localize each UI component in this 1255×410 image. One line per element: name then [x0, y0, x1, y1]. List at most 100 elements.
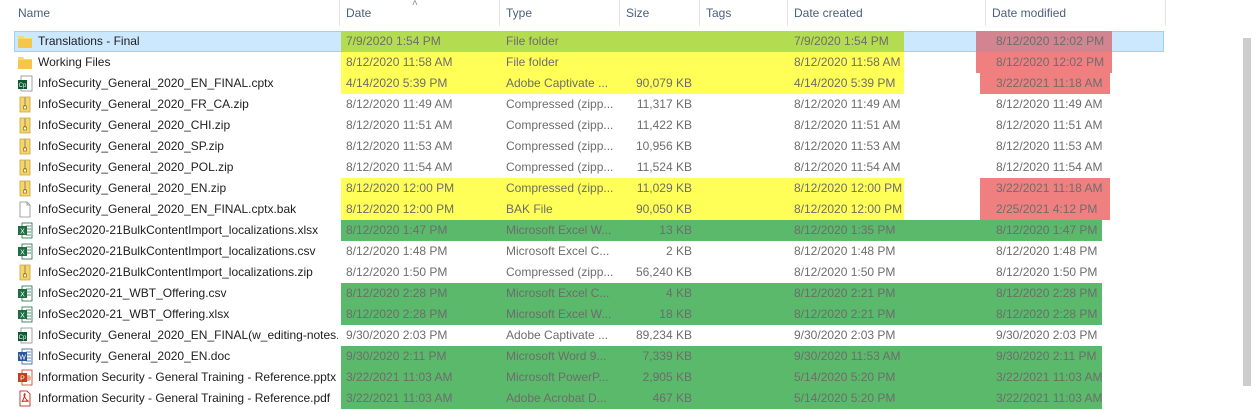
file-date: 8/12/2020 11:58 AM [346, 55, 453, 69]
file-size: 56,240 KB [635, 265, 692, 279]
file-size: 4 KB [665, 286, 692, 300]
file-size: 2,905 KB [642, 370, 692, 384]
file-name: InfoSecurity_General_2020_POL.zip [38, 160, 234, 174]
file-date-created: 8/12/2020 1:35 PM [794, 223, 896, 237]
file-row[interactable]: X InfoSec2020-21BulkContentImport_localiz… [0, 220, 1255, 241]
file-row[interactable]: X InfoSec2020-21BulkContentImport_localiz… [0, 241, 1255, 262]
zip-file-icon [17, 138, 33, 155]
file-date-modified: 9/30/2020 2:11 PM [996, 349, 1097, 363]
svg-text:X: X [20, 292, 25, 299]
svg-text:Cp: Cp [19, 83, 27, 89]
file-date-created: 8/12/2020 11:51 AM [794, 118, 901, 132]
pdf-file-icon [17, 390, 33, 407]
excel-file-icon: X [17, 306, 33, 323]
file-date-modified: 8/12/2020 2:28 PM [996, 307, 1098, 321]
file-date-created: 8/12/2020 1:50 PM [794, 265, 896, 279]
file-row[interactable]: InfoSecurity_General_2020_SP.zip 8/12/202… [0, 136, 1255, 157]
file-type: BAK File [506, 202, 553, 216]
zip-file-icon [17, 264, 33, 281]
file-date-created: 8/12/2020 11:49 AM [794, 97, 901, 111]
column-header-name[interactable]: Name [12, 0, 338, 26]
generic-file-icon [17, 201, 33, 218]
scrollbar-thumb[interactable] [1243, 38, 1251, 386]
file-row[interactable]: InfoSecurity_General_2020_EN.zip 8/12/202… [0, 178, 1255, 199]
excel-csv-file-icon: X [17, 243, 33, 260]
column-header-date[interactable]: Date [340, 0, 498, 26]
file-type: Microsoft Word 9... [506, 349, 607, 363]
file-name: Information Security - General Training … [38, 391, 331, 405]
file-name: Translations - Final [38, 34, 140, 48]
file-date-created: 8/12/2020 12:00 PM [794, 202, 903, 216]
file-date-modified: 9/30/2020 2:03 PM [996, 328, 1098, 342]
file-row[interactable]: InfoSecurity_General_2020_FR_CA.zip 8/12/… [0, 94, 1255, 115]
file-row[interactable]: X InfoSec2020-21_WBT_Offering.xlsx 8/12/20… [0, 304, 1255, 325]
file-date-modified: 8/12/2020 11:54 AM [996, 160, 1103, 174]
file-row[interactable]: InfoSec2020-21BulkContentImport_localiza… [0, 262, 1255, 283]
sort-ascending-icon: ˄ [412, 0, 418, 9]
file-size: 10,956 KB [635, 139, 692, 153]
file-date-modified: 8/12/2020 1:50 PM [996, 265, 1098, 279]
file-size: 89,234 KB [635, 328, 692, 342]
powerpoint-file-icon: P [17, 369, 33, 386]
file-name: InfoSecurity_General_2020_EN.zip [38, 181, 227, 195]
file-row[interactable]: Information Security - General Training … [0, 388, 1255, 409]
file-row[interactable]: Translations - Final 7/9/2020 1:54 PM File… [0, 31, 1255, 52]
file-date-modified: 8/12/2020 2:28 PM [996, 286, 1098, 300]
file-type: File folder [506, 34, 559, 48]
file-date: 8/12/2020 1:47 PM [346, 223, 448, 237]
file-size: 2 KB [665, 244, 692, 258]
file-row[interactable]: Cp InfoSecurity_General_2020_EN_FINAL.cpt… [0, 73, 1255, 94]
column-header-size[interactable]: Size [620, 0, 698, 26]
file-date-modified: 8/12/2020 12:02 PM [996, 55, 1105, 69]
file-date: 3/22/2021 11:03 AM [346, 370, 453, 384]
file-type: Microsoft Excel C... [506, 244, 610, 258]
file-row[interactable]: InfoSecurity_General_2020_POL.zip 8/12/20… [0, 157, 1255, 178]
file-date-created: 8/12/2020 2:21 PM [794, 286, 896, 300]
column-header-type[interactable]: Type [500, 0, 618, 26]
file-date-modified: 8/12/2020 1:47 PM [996, 223, 1098, 237]
file-size: 467 KB [652, 391, 692, 405]
column-divider[interactable] [1165, 0, 1166, 26]
file-row[interactable]: X InfoSec2020-21_WBT_Offering.csv 8/12/202… [0, 283, 1255, 304]
captivate-file-icon: Cp [17, 75, 33, 92]
zip-file-icon [17, 159, 33, 176]
file-row[interactable]: Working Files 8/12/2020 11:58 AM File fold… [0, 52, 1255, 73]
file-name: Information Security - General Training … [38, 370, 337, 384]
file-type: Adobe Acrobat D... [506, 391, 607, 405]
column-header-bar: Name Date ˄ Type Size Tags Date created … [0, 0, 1166, 26]
file-size [606, 52, 692, 73]
file-date: 8/12/2020 11:54 AM [346, 160, 453, 174]
file-date-modified: 8/12/2020 11:51 AM [996, 118, 1103, 132]
file-name: InfoSecurity_General_2020_EN_FINAL(w_edi… [38, 328, 338, 342]
file-name: InfoSecurity_General_2020_EN_FINAL.cptx [38, 76, 274, 90]
file-date-modified: 8/12/2020 11:49 AM [996, 97, 1103, 111]
file-date: 8/12/2020 12:00 PM [346, 181, 455, 195]
column-header-date-modified[interactable]: Date modified [986, 0, 1164, 26]
file-name: InfoSec2020-21BulkContentImport_localiza… [38, 223, 319, 237]
file-date-created: 8/12/2020 11:54 AM [794, 160, 901, 174]
folder-icon [17, 33, 33, 50]
file-type: Compressed (zipp... [506, 181, 614, 195]
file-size: 90,079 KB [635, 76, 692, 90]
file-name: InfoSec2020-21_WBT_Offering.xlsx [38, 307, 230, 321]
svg-text:X: X [20, 313, 25, 320]
file-size: 90,050 KB [635, 202, 692, 216]
file-row[interactable]: InfoSecurity_General_2020_EN_FINAL.cptx.… [0, 199, 1255, 220]
file-row[interactable]: W InfoSecurity_General_2020_EN.doc 9/30/20… [0, 346, 1255, 367]
file-size: 11,524 KB [636, 160, 692, 174]
zip-file-icon [17, 180, 33, 197]
file-name: InfoSec2020-21BulkContentImport_localiza… [38, 265, 313, 279]
column-header-date-created[interactable]: Date created [788, 0, 984, 26]
file-row[interactable]: InfoSecurity_General_2020_CHI.zip 8/12/20… [0, 115, 1255, 136]
file-row[interactable]: Cp InfoSecurity_General_2020_EN_FINAL(w_e… [0, 325, 1255, 346]
file-date: 8/12/2020 1:50 PM [346, 265, 448, 279]
file-type: File folder [506, 55, 559, 69]
file-row[interactable]: P Information Security - General Training… [0, 367, 1255, 388]
column-header-tags[interactable]: Tags [700, 0, 786, 26]
file-name: InfoSecurity_General_2020_EN.doc [38, 349, 231, 363]
file-name: InfoSecurity_General_2020_SP.zip [38, 139, 224, 153]
file-type: Adobe Captivate ... [506, 76, 609, 90]
file-date-modified: 8/12/2020 11:53 AM [996, 139, 1103, 153]
file-date: 8/12/2020 11:49 AM [346, 97, 453, 111]
file-name: Working Files [38, 55, 111, 69]
